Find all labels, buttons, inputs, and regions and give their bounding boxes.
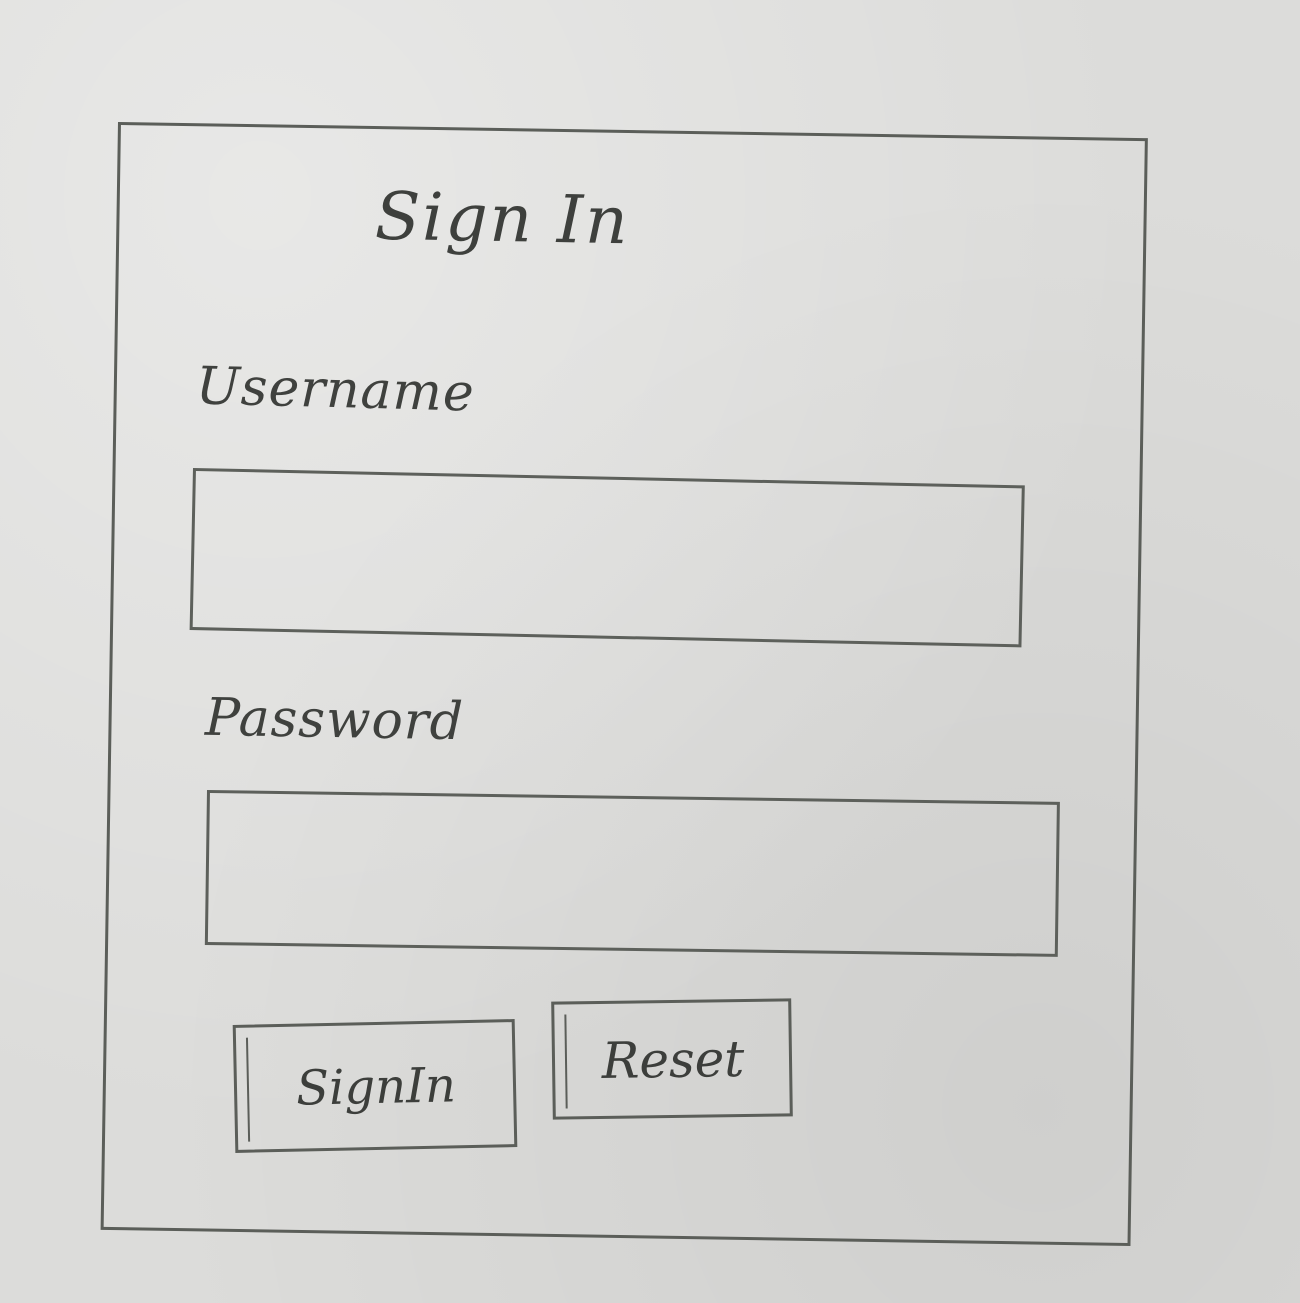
username-label: Username (195, 356, 476, 424)
sign-in-button[interactable]: SignIn (232, 1019, 518, 1153)
reset-button[interactable]: Reset (551, 998, 793, 1120)
sign-in-button-label: SignIn (245, 1032, 505, 1142)
username-field[interactable] (189, 468, 1025, 648)
form-title: Sign In (374, 177, 631, 260)
password-label: Password (204, 687, 465, 753)
reset-button-label: Reset (564, 1011, 780, 1109)
password-field[interactable] (204, 790, 1060, 957)
